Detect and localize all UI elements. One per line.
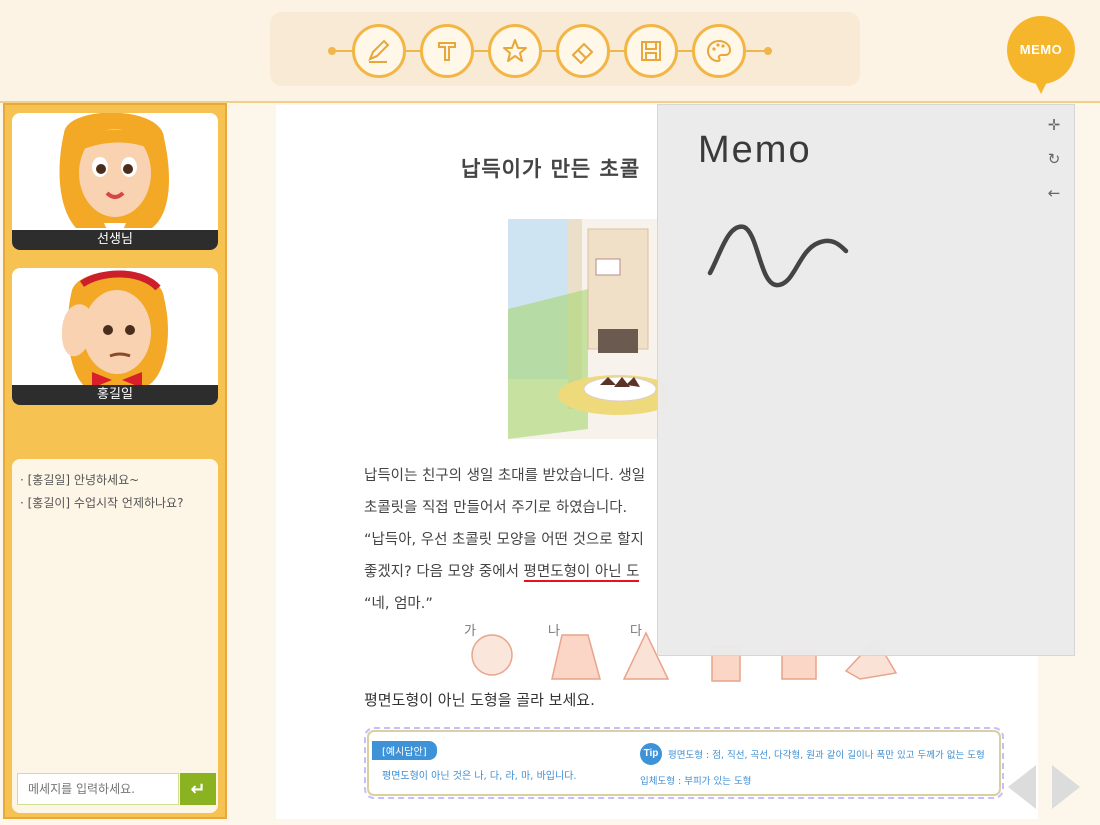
student-name-label: 홍길일 (12, 385, 218, 405)
student-avatar-card[interactable]: 홍길일 (12, 268, 218, 405)
text-tool-button[interactable] (420, 24, 474, 78)
star-icon (503, 39, 527, 62)
memo-panel[interactable]: Memo ✛ ↻ ← (657, 104, 1075, 656)
connector-dot (328, 47, 336, 55)
chat-input[interactable] (17, 773, 179, 805)
save-icon (641, 41, 661, 61)
tip-icon: Tip (640, 743, 662, 765)
memo-badge-label: MEMO (1019, 42, 1063, 57)
star-tool-button[interactable] (488, 24, 542, 78)
eraser-icon (571, 42, 594, 65)
tip-solid-definition: 입체도형 : 부피가 있는 도형 (640, 776, 752, 787)
memo-scribble (707, 224, 849, 288)
underlined-annotation: 평면도형이 아닌 도 (523, 564, 640, 582)
answer-box: [예시답안] 평면도형이 아닌 것은 나, 다, 라, 마, 바입니다. Tip… (364, 727, 1004, 799)
page-navigation (1008, 765, 1080, 809)
page-title: 납득이가 만든 초콜 (461, 157, 641, 181)
prev-page-arrow-icon[interactable] (1008, 765, 1036, 809)
top-toolbar: MEMO (0, 0, 1100, 103)
chat-panel: · [홍길일] 안녕하세요~ · [홍길이] 수업시작 언제하나요? ↵ (12, 459, 218, 813)
palette-tool-button[interactable] (692, 24, 746, 78)
chat-send-button[interactable]: ↵ (180, 773, 216, 805)
memo-toggle-button[interactable]: MEMO (1007, 16, 1075, 96)
memo-drawing-canvas[interactable] (658, 105, 1076, 657)
chat-message: · [홍길일] 안녕하세요~ (20, 473, 140, 487)
participant-sidebar: 선생님 홍길일 · [홍길일] 안녕하세요~ · [홍길이] 수업시작 언제하나… (3, 103, 227, 819)
pencil-tool-button[interactable] (352, 24, 406, 78)
next-page-arrow-icon[interactable] (1052, 765, 1080, 809)
story-text: 좋겠지? 다음 모양 중에서 (364, 564, 524, 580)
teacher-name-label: 선생님 (12, 230, 218, 250)
save-tool-button[interactable] (624, 24, 678, 78)
answer-text: 평면도형이 아닌 것은 나, 다, 라, 마, 바입니다. (382, 771, 577, 782)
connector-dot (764, 47, 772, 55)
chat-message: · [홍길이] 수업시작 언제하나요? (20, 496, 184, 510)
answer-tag: [예시답안] (372, 741, 437, 760)
frustum-shape (551, 634, 601, 680)
palette-icon (706, 39, 732, 63)
pencil-icon (368, 39, 390, 63)
tool-row (328, 24, 772, 78)
question-text: 평면도형이 아닌 도형을 골라 보세요. (364, 691, 595, 709)
text-icon (438, 42, 456, 61)
tip-plane-definition: 평면도형 : 점, 직선, 곡선, 다각형, 원과 같이 길이나 폭만 있고 두… (668, 750, 985, 761)
memo-badge-pointer (1031, 74, 1051, 94)
chat-message-list: · [홍길일] 안녕하세요~ · [홍길이] 수업시작 언제하나요? (12, 459, 218, 529)
circle-shape (471, 634, 513, 676)
eraser-tool-button[interactable] (556, 24, 610, 78)
chocolate-scene-illustration (508, 219, 668, 439)
teacher-avatar-card[interactable]: 선생님 (12, 113, 218, 250)
